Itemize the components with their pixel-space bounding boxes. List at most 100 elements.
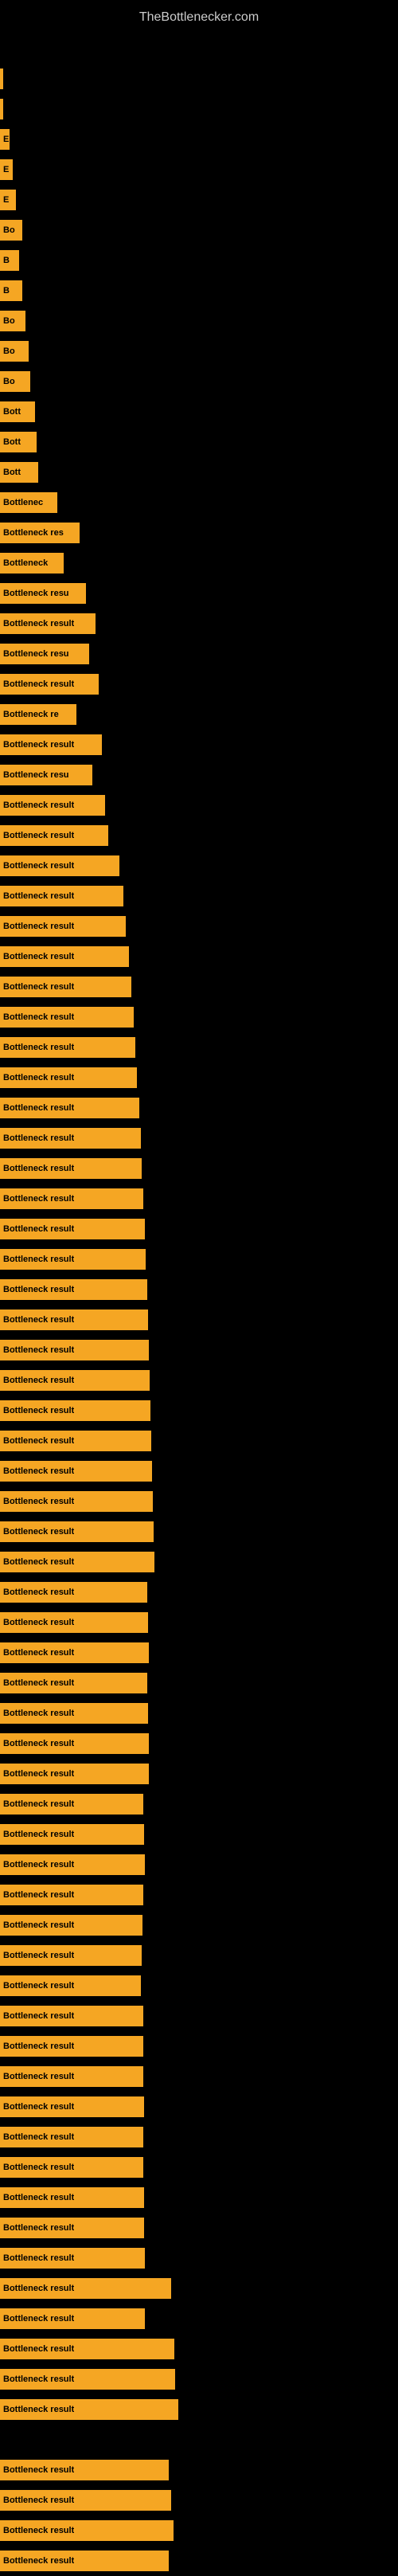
bar-label-17: Bottleneck resu xyxy=(3,589,69,598)
bar-label-32: Bottleneck result xyxy=(3,1043,74,1052)
bar-row-68: Bottleneck result xyxy=(0,2122,398,2152)
bar-label-54: Bottleneck result xyxy=(3,1709,74,1718)
bar-label-13: Bott xyxy=(3,468,21,477)
bar-72: Bottleneck result xyxy=(0,2248,145,2269)
bar-row-14: Bottlenec xyxy=(0,487,398,518)
bar-label-55: Bottleneck result xyxy=(3,1739,74,1748)
bar-25: Bottleneck result xyxy=(0,825,108,846)
bar-label-69: Bottleneck result xyxy=(3,2163,74,2172)
bar-row-50: Bottleneck result xyxy=(0,1577,398,1607)
bar-label-19: Bottleneck resu xyxy=(3,649,69,659)
bar-label-52: Bottleneck result xyxy=(3,1648,74,1658)
bar-row-55: Bottleneck result xyxy=(0,1728,398,1759)
bar-35: Bottleneck result xyxy=(0,1128,141,1149)
bar-label-25: Bottleneck result xyxy=(3,831,74,840)
bar-label-21: Bottleneck re xyxy=(3,710,59,719)
bar-4: E xyxy=(0,190,16,210)
bar-label-36: Bottleneck result xyxy=(3,1164,74,1173)
bar-23: Bottleneck resu xyxy=(0,765,92,785)
bar-row-65: Bottleneck result xyxy=(0,2031,398,2061)
bar-24: Bottleneck result xyxy=(0,795,105,816)
bar-label-33: Bottleneck result xyxy=(3,1073,74,1082)
bar-70: Bottleneck result xyxy=(0,2187,144,2208)
bar-37: Bottleneck result xyxy=(0,1188,143,1209)
bar-14: Bottlenec xyxy=(0,492,57,513)
bar-label-46: Bottleneck result xyxy=(3,1466,74,1476)
bar-11: Bott xyxy=(0,401,35,422)
bar-label-9: Bo xyxy=(3,346,15,356)
bar-row-30: Bottleneck result xyxy=(0,972,398,1002)
bar-row-72: Bottleneck result xyxy=(0,2243,398,2273)
bar-label-58: Bottleneck result xyxy=(3,1830,74,1839)
bar-row-18: Bottleneck result xyxy=(0,609,398,639)
bar-47: Bottleneck result xyxy=(0,1491,153,1512)
bar-row-35: Bottleneck result xyxy=(0,1123,398,1153)
bar-54: Bottleneck result xyxy=(0,1703,148,1724)
bar-81: Bottleneck result xyxy=(0,2551,169,2571)
bar-41: Bottleneck result xyxy=(0,1310,148,1330)
bar-73: Bottleneck result xyxy=(0,2278,171,2299)
bar-17: Bottleneck resu xyxy=(0,583,86,604)
bar-58: Bottleneck result xyxy=(0,1824,144,1845)
bar-52: Bottleneck result xyxy=(0,1642,149,1663)
bar-56: Bottleneck result xyxy=(0,1764,149,1784)
bar-42: Bottleneck result xyxy=(0,1340,149,1360)
bar-row-49: Bottleneck result xyxy=(0,1547,398,1577)
bar-20: Bottleneck result xyxy=(0,674,99,695)
bar-51: Bottleneck result xyxy=(0,1612,148,1633)
bar-29: Bottleneck result xyxy=(0,946,129,967)
bar-row-47: Bottleneck result xyxy=(0,1486,398,1517)
bar-label-81: Bottleneck result xyxy=(3,2556,74,2566)
bar-label-24: Bottleneck result xyxy=(3,801,74,810)
bar-row-24: Bottleneck result xyxy=(0,790,398,820)
bar-row-36: Bottleneck result xyxy=(0,1153,398,1184)
bar-label-63: Bottleneck result xyxy=(3,1981,74,1991)
bar-31: Bottleneck result xyxy=(0,1007,134,1028)
bar-39: Bottleneck result xyxy=(0,1249,146,1270)
bar-10: Bo xyxy=(0,371,30,392)
bar-row-13: Bott xyxy=(0,457,398,487)
bar-row-26: Bottleneck result xyxy=(0,851,398,881)
bar-row-38: Bottleneck result xyxy=(0,1214,398,1244)
bar-13: Bott xyxy=(0,462,38,483)
bar-22: Bottleneck result xyxy=(0,734,102,755)
bar-40: Bottleneck result xyxy=(0,1279,147,1300)
bar-row-54: Bottleneck result xyxy=(0,1698,398,1728)
bar-row-32: Bottleneck result xyxy=(0,1032,398,1063)
bar-label-61: Bottleneck result xyxy=(3,1920,74,1930)
bar-row-19: Bottleneck resu xyxy=(0,639,398,669)
bar-label-8: Bo xyxy=(3,316,15,326)
bar-74: Bottleneck result xyxy=(0,2308,145,2329)
bar-row-15: Bottleneck res xyxy=(0,518,398,548)
bar-row-59: Bottleneck result xyxy=(0,1850,398,1880)
bar-label-47: Bottleneck result xyxy=(3,1497,74,1506)
bar-row-71: Bottleneck result xyxy=(0,2213,398,2243)
bar-61: Bottleneck result xyxy=(0,1915,142,1936)
bar-label-26: Bottleneck result xyxy=(3,861,74,871)
bar-27: Bottleneck result xyxy=(0,886,123,906)
bar-label-18: Bottleneck result xyxy=(3,619,74,628)
bar-row-44: Bottleneck result xyxy=(0,1396,398,1426)
bar-69: Bottleneck result xyxy=(0,2157,143,2178)
bar-38: Bottleneck result xyxy=(0,1219,145,1239)
bar-1 xyxy=(0,99,3,119)
bar-62: Bottleneck result xyxy=(0,1945,142,1966)
bar-row-48: Bottleneck result xyxy=(0,1517,398,1547)
bar-7: B xyxy=(0,280,22,301)
bar-label-30: Bottleneck result xyxy=(3,982,74,992)
bar-label-76: Bottleneck result xyxy=(3,2374,74,2384)
bar-44: Bottleneck result xyxy=(0,1400,150,1421)
bar-row-69: Bottleneck result xyxy=(0,2152,398,2183)
bar-label-4: E xyxy=(3,195,9,205)
bar-57: Bottleneck result xyxy=(0,1794,143,1815)
bar-row-10: Bo xyxy=(0,366,398,397)
bar-33: Bottleneck result xyxy=(0,1067,137,1088)
bar-63: Bottleneck result xyxy=(0,1975,141,1996)
bar-label-6: B xyxy=(3,256,10,265)
bar-row-31: Bottleneck result xyxy=(0,1002,398,1032)
bar-row-20: Bottleneck result xyxy=(0,669,398,699)
bar-label-71: Bottleneck result xyxy=(3,2223,74,2233)
site-title: TheBottlenecker.com xyxy=(0,4,398,31)
bar-label-12: Bott xyxy=(3,437,21,447)
bar-label-2: E xyxy=(3,135,9,144)
